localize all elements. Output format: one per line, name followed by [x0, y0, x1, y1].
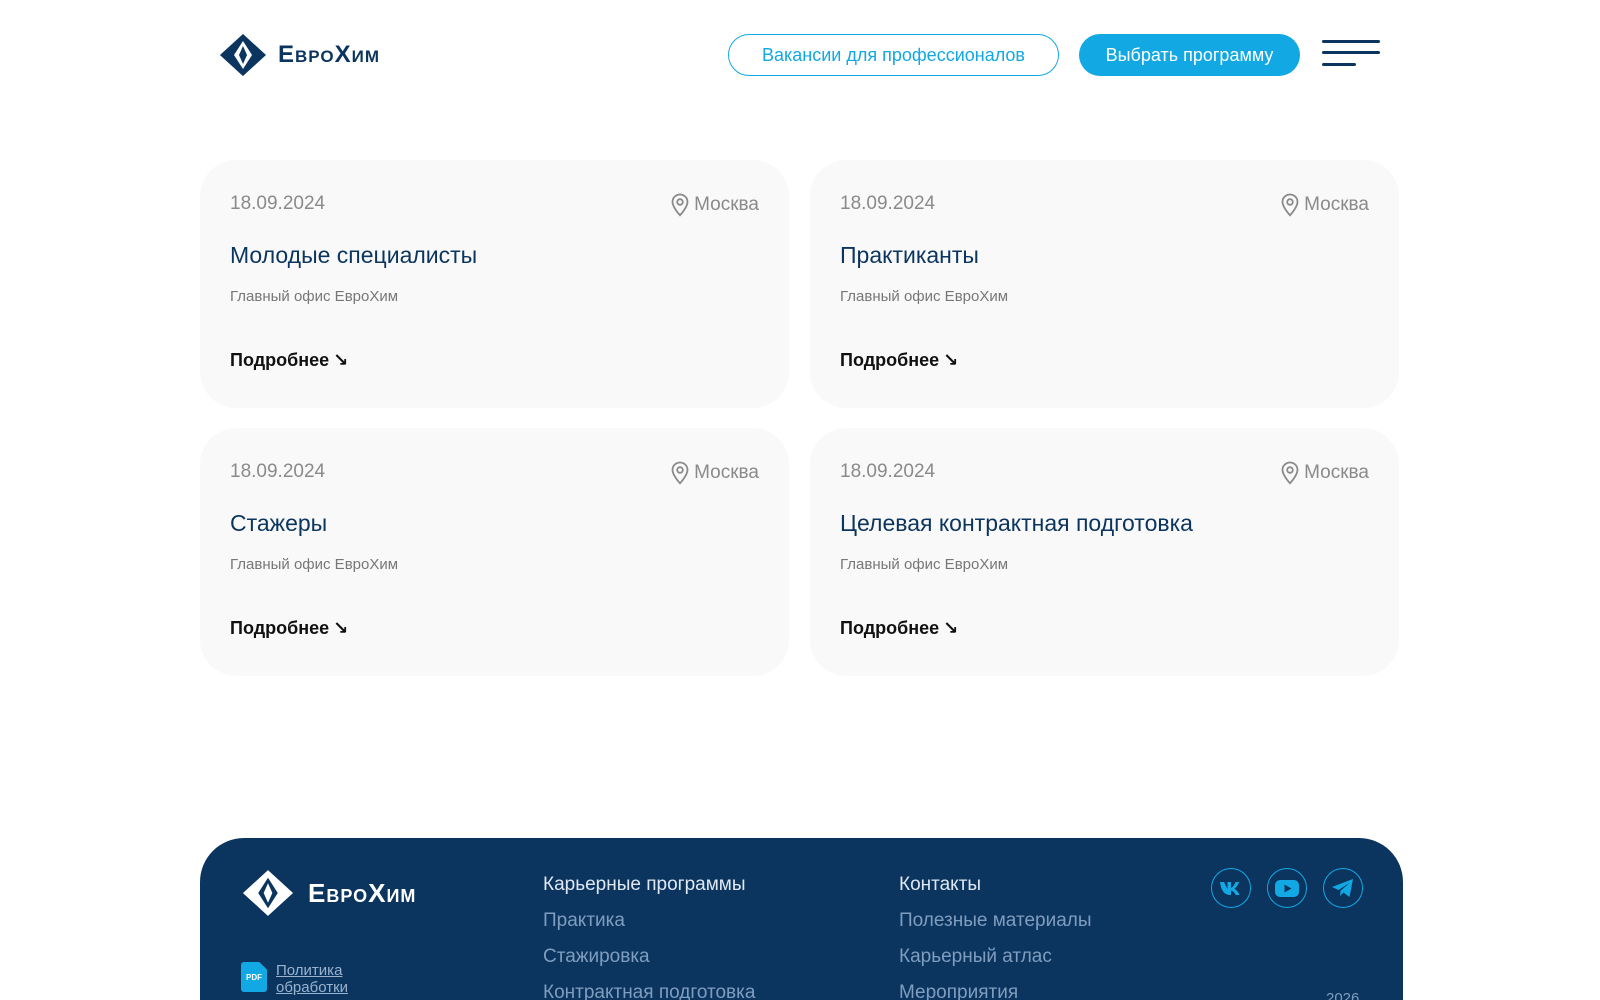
footer-link-contacts[interactable]: Контакты	[899, 874, 1092, 910]
program-card[interactable]: 18.09.2024 Москва Стажеры Главный офис Е…	[200, 428, 789, 676]
card-date: 18.09.2024	[840, 193, 936, 214]
card-location: Москва	[671, 461, 759, 485]
hamburger-menu-icon[interactable]	[1322, 40, 1380, 70]
program-card[interactable]: 18.09.2024 Москва Целевая контрактная по…	[810, 428, 1399, 676]
eurochem-logo[interactable]: ЕвроХим	[218, 32, 380, 78]
footer-link-career-programs[interactable]: Карьерные программы	[543, 874, 755, 910]
telegram-icon[interactable]	[1323, 868, 1363, 908]
arrow-down-right-icon: ↘	[943, 618, 959, 638]
card-date: 18.09.2024	[840, 461, 936, 482]
site-footer: ЕвроХим PDF Политика обработки персональ…	[200, 838, 1403, 1000]
card-location: Москва	[1281, 461, 1369, 485]
footer-link-career-atlas[interactable]: Карьерный атлас	[899, 946, 1092, 982]
more-link[interactable]: Подробнее ↘	[230, 618, 348, 639]
card-location-text: Москва	[1304, 462, 1369, 483]
more-link-label: Подробнее	[230, 618, 330, 638]
policy-document[interactable]: PDF Политика обработки персональных данн…	[241, 962, 394, 1000]
menu-line	[1322, 63, 1356, 66]
location-pin-icon	[671, 193, 689, 217]
logo-text: ЕвроХим	[278, 41, 381, 68]
more-link-label: Подробнее	[840, 350, 940, 370]
pdf-icon: PDF	[241, 962, 267, 992]
more-link-label: Подробнее	[230, 350, 330, 370]
vk-icon[interactable]	[1211, 868, 1251, 908]
card-date: 18.09.2024	[230, 461, 326, 482]
location-pin-icon	[1281, 193, 1299, 217]
card-title[interactable]: Практиканты	[840, 242, 979, 269]
privacy-policy-link[interactable]: Политика обработки персональных данных	[276, 962, 394, 1000]
footer-logo[interactable]: ЕвроХим	[240, 868, 416, 918]
arrow-down-right-icon: ↘	[943, 350, 959, 370]
arrow-down-right-icon: ↘	[333, 350, 349, 370]
program-card[interactable]: 18.09.2024 Москва Молодые специалисты Гл…	[200, 160, 789, 408]
vacancies-button[interactable]: Вакансии для профессионалов	[728, 34, 1059, 76]
eurochem-logo-mark-icon	[220, 34, 266, 76]
card-location: Москва	[1281, 193, 1369, 217]
more-link[interactable]: Подробнее ↘	[230, 350, 348, 371]
card-office: Главный офис ЕвроХим	[840, 556, 1009, 573]
eurochem-logo-mark-icon	[243, 870, 293, 916]
more-link-label: Подробнее	[840, 618, 940, 638]
card-office: Главный офис ЕвроХим	[840, 288, 1009, 305]
more-link[interactable]: Подробнее ↘	[840, 350, 958, 371]
social-links	[1211, 868, 1363, 908]
card-office: Главный офис ЕвроХим	[230, 288, 399, 305]
footer-link-materials[interactable]: Полезные материалы	[899, 910, 1092, 946]
footer-nav-programs: Карьерные программы Практика Стажировка …	[543, 874, 755, 1000]
footer-logo-text: ЕвроХим	[308, 877, 417, 908]
card-office: Главный офис ЕвроХим	[230, 556, 399, 573]
more-link[interactable]: Подробнее ↘	[840, 618, 958, 639]
card-location-text: Москва	[694, 462, 759, 483]
card-title[interactable]: Стажеры	[230, 510, 327, 537]
program-card[interactable]: 18.09.2024 Москва Практиканты Главный оф…	[810, 160, 1399, 408]
card-title[interactable]: Молодые специалисты	[230, 242, 477, 269]
footer-nav-info: Контакты Полезные материалы Карьерный ат…	[899, 874, 1092, 1000]
card-location-text: Москва	[694, 194, 759, 215]
site-header: ЕвроХим Вакансии для профессионалов Выбр…	[0, 0, 1600, 110]
card-title[interactable]: Целевая контрактная подготовка	[840, 510, 1193, 537]
card-location: Москва	[671, 193, 759, 217]
menu-line	[1322, 51, 1380, 54]
location-pin-icon	[1281, 461, 1299, 485]
youtube-icon[interactable]	[1267, 868, 1307, 908]
arrow-down-right-icon: ↘	[333, 618, 349, 638]
card-date: 18.09.2024	[230, 193, 326, 214]
footer-link-practice[interactable]: Практика	[543, 910, 755, 946]
card-location-text: Москва	[1304, 194, 1369, 215]
choose-program-button[interactable]: Выбрать программу	[1079, 34, 1300, 76]
menu-line	[1322, 40, 1380, 43]
copyright-year: 2026	[1326, 990, 1360, 1000]
location-pin-icon	[671, 461, 689, 485]
footer-link-contract-training[interactable]: Контрактная подготовка	[543, 982, 755, 1000]
footer-link-internship[interactable]: Стажировка	[543, 946, 755, 982]
footer-link-events[interactable]: Мероприятия	[899, 982, 1092, 1000]
